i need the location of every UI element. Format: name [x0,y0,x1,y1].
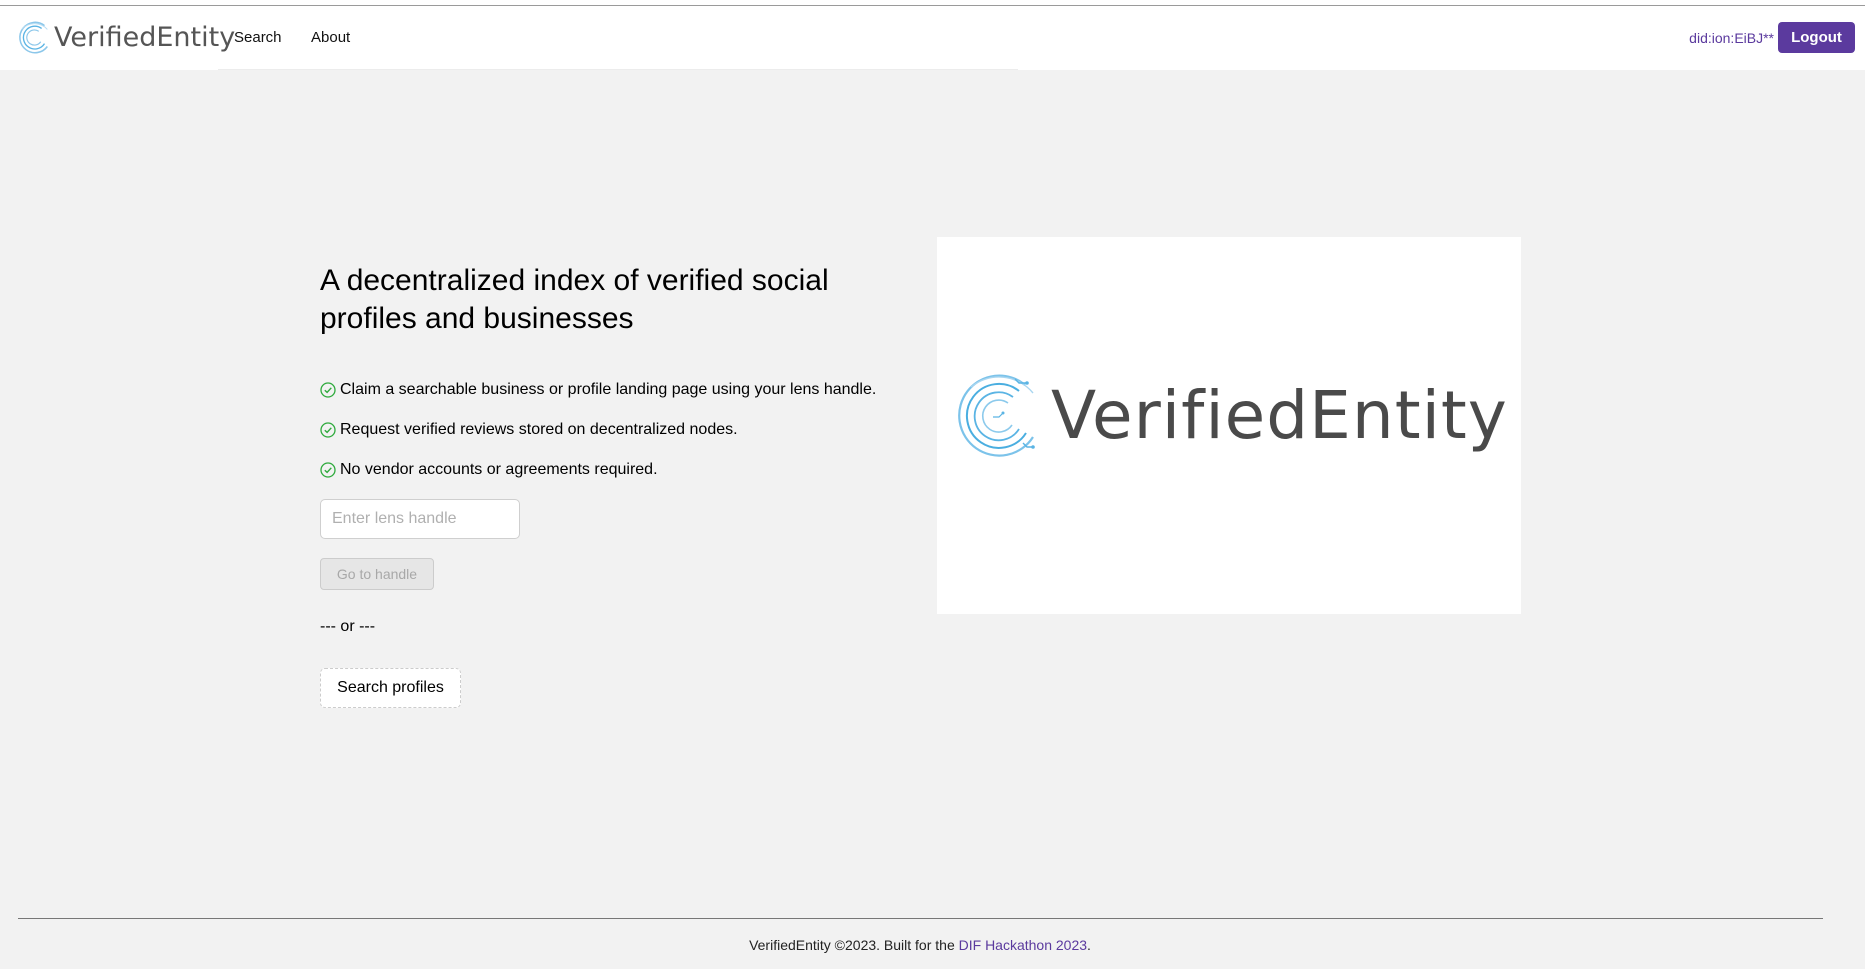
navbar: VerifiedEntity Search About did:ion:EiBJ… [0,6,1865,70]
brand[interactable]: VerifiedEntity [16,15,235,59]
hero-logo-image: VerifiedEntity [937,237,1521,614]
footer: VerifiedEntity ©2023. Built for the DIF … [0,937,1840,953]
logout-button[interactable]: Logout [1778,22,1855,53]
brand-name: VerifiedEntity [54,21,236,53]
footer-divider [18,918,1823,919]
go-to-handle-button[interactable]: Go to handle [320,558,434,590]
feature-text: No vendor accounts or agreements require… [340,461,658,478]
or-divider: --- or --- [320,618,376,635]
header-divider [218,69,1018,70]
hero-title: A decentralized index of verified social… [320,264,829,335]
feature-item: Request verified reviews stored on decen… [320,410,876,450]
nav-search-link[interactable]: Search [234,29,282,46]
user-did: did:ion:EiBJ** [1689,30,1774,46]
feature-item: Claim a searchable business or profile l… [320,370,876,410]
verifiedentity-logo-icon [19,21,48,54]
dif-hackathon-link[interactable]: DIF Hackathon 2023 [959,937,1087,953]
feature-item: No vendor accounts or agreements require… [320,450,876,490]
lens-handle-input[interactable] [320,499,520,539]
nav-about-link[interactable]: About [311,29,350,46]
feature-list: Claim a searchable business or profile l… [320,370,876,490]
search-profiles-button[interactable]: Search profiles [320,668,461,708]
footer-copyright: VerifiedEntity ©2023. Built for the [749,937,959,953]
footer-period: . [1087,937,1091,953]
feature-text: Request verified reviews stored on decen… [340,421,738,438]
feature-text: Claim a searchable business or profile l… [340,381,877,398]
check-circle-icon [320,462,336,478]
hero-logo-wordmark: VerifiedEntity [1051,377,1508,454]
check-circle-icon [320,422,336,438]
verifiedentity-large-logo-icon [958,374,1035,457]
check-circle-icon [320,382,336,398]
